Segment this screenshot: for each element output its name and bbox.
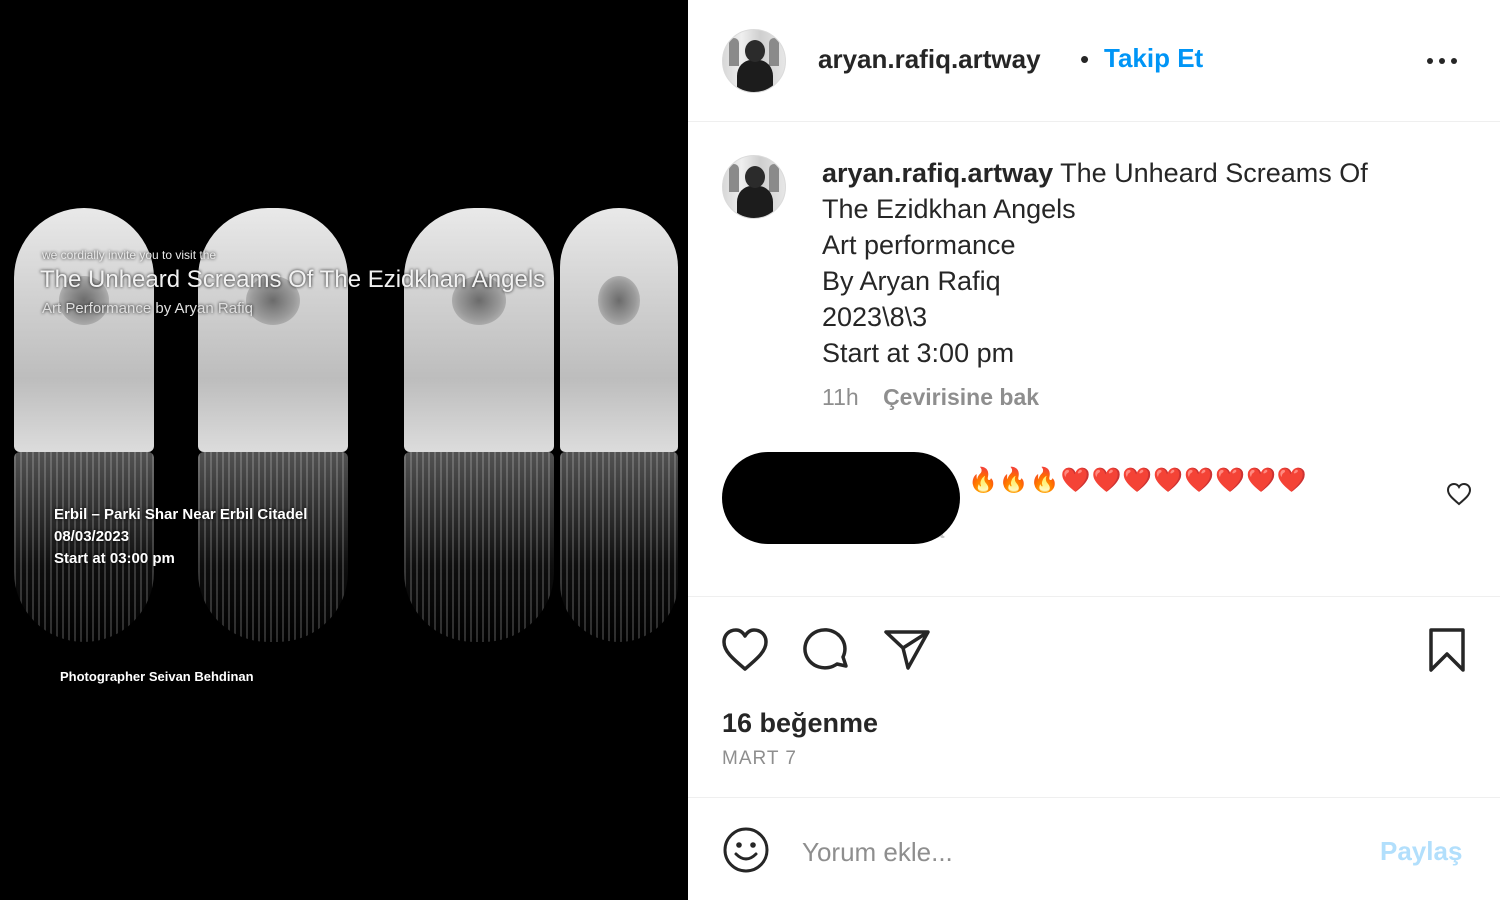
post-header: aryan.rafiq.artway • Takip Et <box>688 0 1500 122</box>
media-location: Erbil – Parki Shar Near Erbil Citadel <box>54 506 308 523</box>
caption-line: Art performance <box>822 230 1016 260</box>
comment-button[interactable] <box>802 626 852 674</box>
caption-meta: 11h Çevirisine bak <box>822 384 1039 411</box>
media-photographer-credit: Photographer Seivan Behdinan <box>60 669 254 684</box>
media-event-details: Erbil – Parki Shar Near Erbil Citadel 08… <box>54 504 307 570</box>
caption-line: Start at 3:00 pm <box>822 338 1015 368</box>
header-separator: • <box>1080 44 1090 74</box>
header-username[interactable]: aryan.rafiq.artway <box>818 44 1041 75</box>
likes-count[interactable]: 16 beğenme <box>722 708 878 739</box>
bookmark-icon <box>1429 628 1465 672</box>
save-button[interactable] <box>1422 626 1472 674</box>
more-horizontal-icon <box>1427 58 1457 64</box>
comment-icon <box>803 628 848 670</box>
emoji-icon <box>723 827 769 873</box>
media-date: 08/03/2023 <box>54 528 130 545</box>
caption-username[interactable]: aryan.rafiq.artway <box>822 158 1053 188</box>
follow-button[interactable]: Takip Et <box>1104 43 1203 74</box>
comment-input[interactable] <box>802 832 1362 872</box>
redacted-comment-author <box>722 452 960 544</box>
send-icon <box>884 630 930 670</box>
performers-photo <box>14 208 678 452</box>
post-timestamp[interactable]: 11h <box>822 384 859 410</box>
post-image[interactable]: we cordially invite you to visit the The… <box>0 0 688 900</box>
comment-text: 🔥🔥🔥❤️❤️❤️❤️❤️❤️❤️❤️ <box>968 467 1308 494</box>
divider <box>688 797 1500 798</box>
divider <box>688 596 1500 597</box>
caption-line: By Aryan Rafiq <box>822 266 1001 296</box>
post-panel: aryan.rafiq.artway • Takip Et aryan.rafi… <box>688 0 1500 900</box>
caption-avatar[interactable] <box>722 155 786 219</box>
heart-icon <box>1446 482 1472 506</box>
heart-icon <box>722 628 768 671</box>
like-button[interactable] <box>720 626 770 674</box>
post-caption: aryan.rafiq.artway The Unheard Screams O… <box>822 155 1462 371</box>
caption-line: 2023\8\3 <box>822 302 928 332</box>
media-invite-text: we cordially invite you to visit the <box>42 248 217 262</box>
share-button[interactable] <box>882 626 932 674</box>
more-options-button[interactable] <box>1424 44 1460 78</box>
media-title: The Unheard Screams Of The Ezidkhan Ange… <box>40 266 546 293</box>
avatar[interactable] <box>722 29 786 93</box>
emoji-button[interactable] <box>722 826 770 874</box>
caption-line: The Ezidkhan Angels <box>822 194 1076 224</box>
post-date: MART 7 <box>722 748 797 769</box>
post-comment-button[interactable]: Paylaş <box>1380 836 1462 867</box>
see-translation-button[interactable]: Çevirisine bak <box>883 384 1039 410</box>
comment-like-button[interactable] <box>1446 482 1472 506</box>
caption-line: The Unheard Screams Of <box>1060 158 1368 188</box>
media-subtitle: Art Performance by Aryan Rafiq <box>42 300 253 317</box>
media-start-time: Start at 03:00 pm <box>54 550 175 567</box>
